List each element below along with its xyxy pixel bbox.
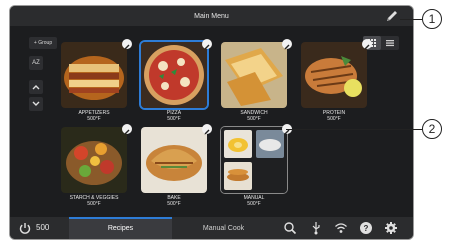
callout-2: 2 (422, 119, 442, 139)
pencil-icon (204, 129, 210, 135)
recipe-label-sandwich: SANDWICH 500°F (240, 110, 268, 122)
wifi-icon[interactable] (334, 221, 348, 235)
edit-badge-pizza[interactable] (202, 39, 212, 50)
callout-1: 1 (422, 9, 442, 29)
recipe-tile-bake[interactable] (141, 127, 207, 193)
manual-group-image (221, 127, 287, 193)
edit-badge-bake[interactable] (202, 124, 212, 135)
recipe-tile-starch-veggies[interactable] (61, 127, 127, 193)
pencil-icon (364, 44, 370, 50)
list-view-icon (386, 40, 394, 47)
bake-image (141, 127, 207, 193)
svg-text:?: ? (364, 224, 369, 233)
chevron-up-icon (32, 85, 40, 90)
oven-touchscreen: Main Menu + Group AZ APPETIZERS 500°F PI… (10, 6, 413, 239)
help-icon[interactable]: ? (359, 221, 373, 235)
protein-image (301, 42, 367, 108)
gear-icon[interactable] (384, 221, 398, 235)
title-bar: Main Menu (10, 6, 413, 26)
power-icon[interactable] (18, 221, 32, 235)
recipe-label-manual: MANUAL 500°F (243, 195, 265, 207)
recipe-tile-appetizers[interactable] (61, 42, 127, 108)
pencil-icon (124, 129, 130, 135)
list-view-button[interactable] (381, 36, 399, 50)
scroll-down-button[interactable] (29, 97, 43, 111)
search-icon[interactable] (283, 221, 297, 235)
appetizers-image (61, 42, 127, 108)
page-title: Main Menu (194, 12, 229, 20)
edit-badge-starch-veggies[interactable] (122, 124, 132, 135)
recipe-tile-sandwich[interactable] (221, 42, 287, 108)
recipe-label-appetizers: APPETIZERS 500°F (78, 110, 110, 122)
scroll-up-button[interactable] (29, 80, 43, 94)
callout-2-leader (286, 129, 422, 130)
recipe-label-pizza: PIZZA 500°F (166, 110, 182, 122)
sandwich-image (221, 42, 287, 108)
tab-recipes[interactable]: Recipes (69, 217, 172, 239)
temperature-readout[interactable]: 500 (36, 223, 49, 232)
edit-badge-sandwich[interactable] (282, 39, 292, 50)
callout-1-leader (400, 19, 422, 20)
pencil-icon (204, 44, 210, 50)
pencil-icon (124, 44, 130, 50)
recipe-tile-manual[interactable] (221, 127, 287, 193)
sort-az-button[interactable]: AZ (29, 56, 43, 70)
bottom-bar: 500 Recipes Manual Cook ? (10, 217, 413, 239)
recipe-label-protein: PROTEIN 500°F (322, 110, 346, 122)
pencil-icon[interactable] (385, 9, 399, 23)
edit-badge-appetizers[interactable] (122, 39, 132, 50)
tab-manual-cook[interactable]: Manual Cook (172, 217, 275, 239)
add-group-button[interactable]: + Group (29, 37, 57, 49)
edit-badge-protein[interactable] (362, 39, 372, 50)
recipe-label-bake: BAKE 500°F (167, 195, 181, 207)
starch-veggies-image (61, 127, 127, 193)
pencil-icon (284, 44, 290, 50)
recipe-label-starch-veggies: STARCH & VEGGIES 500°F (69, 195, 119, 207)
recipe-tile-pizza[interactable] (141, 42, 207, 108)
pizza-image (141, 42, 207, 108)
recipe-tile-protein[interactable] (301, 42, 367, 108)
chevron-down-icon (32, 101, 40, 106)
usb-icon[interactable] (309, 221, 323, 235)
